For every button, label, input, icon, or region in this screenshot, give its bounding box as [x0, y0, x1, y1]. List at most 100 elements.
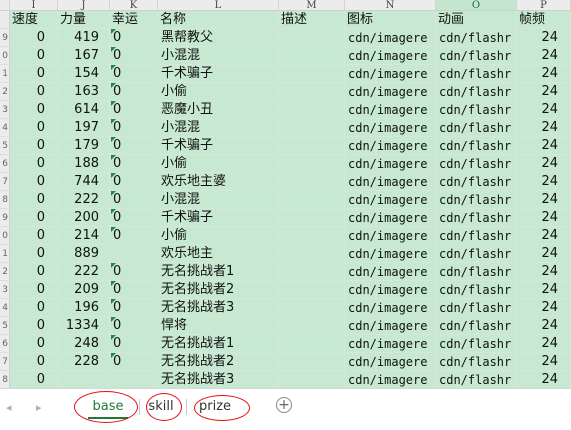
cell-power[interactable]: 419	[58, 29, 110, 47]
column-title[interactable]: 幸运	[110, 11, 158, 29]
cell-power[interactable]: 197	[58, 119, 110, 137]
cell-power[interactable]: 228	[58, 353, 110, 371]
cell-power[interactable]: 209	[58, 281, 110, 299]
cell-icon[interactable]: cdn/imagere	[345, 119, 436, 137]
cell-icon[interactable]: cdn/imagere	[345, 353, 436, 371]
cell-desc[interactable]	[279, 227, 345, 245]
cell-speed[interactable]: 0	[10, 137, 58, 155]
cell-fps[interactable]: 24	[517, 317, 571, 335]
sheet-tab-prize[interactable]: prize	[196, 397, 234, 417]
spreadsheet-grid[interactable]: I J K L M N O P 速度 力量 幸运 名称 描述 图标 动画 帧频 9 0 419 0 黑帮…	[0, 0, 571, 388]
cell-fps[interactable]: 24	[517, 47, 571, 65]
column-title[interactable]: 力量	[58, 11, 110, 29]
cell-icon[interactable]: cdn/imagere	[345, 83, 436, 101]
cell-name[interactable]: 千术骗子	[158, 137, 279, 155]
cell-name[interactable]: 无名挑战者1	[158, 263, 279, 281]
cell-icon[interactable]: cdn/imagere	[345, 335, 436, 353]
cell-desc[interactable]	[279, 101, 345, 119]
cell-desc[interactable]	[279, 155, 345, 173]
cell-power[interactable]: 744	[58, 173, 110, 191]
cell-fps[interactable]: 24	[517, 335, 571, 353]
cell-desc[interactable]	[279, 317, 345, 335]
cell-name[interactable]: 小偷	[158, 83, 279, 101]
row-number[interactable]: 7	[0, 353, 10, 371]
column-title[interactable]: 描述	[279, 11, 345, 29]
cell-speed[interactable]: 0	[10, 101, 58, 119]
cell-anim[interactable]: cdn/flashr	[436, 83, 517, 101]
cell-luck[interactable]: 0	[110, 227, 158, 245]
cell-luck[interactable]: 0	[110, 263, 158, 281]
cell-anim[interactable]: cdn/flashr	[436, 65, 517, 83]
cell-fps[interactable]: 24	[517, 245, 571, 263]
cell-power[interactable]: 222	[58, 191, 110, 209]
cell-luck[interactable]: 0	[110, 155, 158, 173]
cell-power[interactable]: 196	[58, 299, 110, 317]
select-all-corner[interactable]	[0, 0, 10, 10]
cell-speed[interactable]: 0	[10, 299, 58, 317]
cell-desc[interactable]	[279, 119, 345, 137]
row-number[interactable]: 8	[0, 191, 10, 209]
cell-fps[interactable]: 24	[517, 299, 571, 317]
col-letter-I[interactable]: I	[10, 0, 58, 11]
cell-anim[interactable]: cdn/flashr	[436, 371, 517, 388]
cell-name[interactable]: 小偷	[158, 155, 279, 173]
cell-speed[interactable]: 0	[10, 65, 58, 83]
cell-anim[interactable]: cdn/flashr	[436, 317, 517, 335]
cell-luck[interactable]: 0	[110, 353, 158, 371]
cell-desc[interactable]	[279, 371, 345, 388]
cell-luck[interactable]: 0	[110, 29, 158, 47]
cell-icon[interactable]: cdn/imagere	[345, 137, 436, 155]
cell-icon[interactable]: cdn/imagere	[345, 263, 436, 281]
cell-name[interactable]: 小混混	[158, 47, 279, 65]
cell-name[interactable]: 小混混	[158, 119, 279, 137]
row-number[interactable]: 5	[0, 317, 10, 335]
cell-luck[interactable]: 0	[110, 335, 158, 353]
cell-speed[interactable]: 0	[10, 29, 58, 47]
cell-desc[interactable]	[279, 245, 345, 263]
cell-luck[interactable]: 0	[110, 317, 158, 335]
cell-fps[interactable]: 24	[517, 353, 571, 371]
cell-desc[interactable]	[279, 335, 345, 353]
cell-power[interactable]: 1334	[58, 317, 110, 335]
cell-speed[interactable]: 0	[10, 281, 58, 299]
cell-name[interactable]: 黑帮教父	[158, 29, 279, 47]
cell-desc[interactable]	[279, 191, 345, 209]
row-number[interactable]: 7	[0, 173, 10, 191]
cell-name[interactable]: 无名挑战者1	[158, 335, 279, 353]
cell-luck[interactable]: 0	[110, 83, 158, 101]
cell-icon[interactable]: cdn/imagere	[345, 47, 436, 65]
cell-speed[interactable]: 0	[10, 119, 58, 137]
cell-anim[interactable]: cdn/flashr	[436, 119, 517, 137]
row-number[interactable]: 9	[0, 29, 10, 47]
row-number[interactable]: 6	[0, 155, 10, 173]
row-number[interactable]: 1	[0, 65, 10, 83]
cell-desc[interactable]	[279, 209, 345, 227]
column-title[interactable]: 动画	[436, 11, 517, 29]
cell-fps[interactable]: 24	[517, 281, 571, 299]
cell-name[interactable]: 恶魔小丑	[158, 101, 279, 119]
cell-icon[interactable]: cdn/imagere	[345, 65, 436, 83]
cell-desc[interactable]	[279, 299, 345, 317]
row-number[interactable]: 9	[0, 209, 10, 227]
cell-anim[interactable]: cdn/flashr	[436, 101, 517, 119]
cell-speed[interactable]: 0	[10, 227, 58, 245]
cell-name[interactable]: 无名挑战者3	[158, 299, 279, 317]
row-number[interactable]: 0	[0, 227, 10, 245]
cell-name[interactable]: 欢乐地主	[158, 245, 279, 263]
cell-fps[interactable]: 24	[517, 371, 571, 388]
row-number[interactable]: 8	[0, 371, 10, 388]
column-title[interactable]: 速度	[10, 11, 58, 29]
cell-anim[interactable]: cdn/flashr	[436, 209, 517, 227]
cell-fps[interactable]: 24	[517, 191, 571, 209]
cell-power[interactable]: 222	[58, 263, 110, 281]
cell-name[interactable]: 小混混	[158, 191, 279, 209]
cell-luck[interactable]: 0	[110, 119, 158, 137]
cell-anim[interactable]: cdn/flashr	[436, 29, 517, 47]
cell-fps[interactable]: 24	[517, 29, 571, 47]
add-sheet-button[interactable]: +	[276, 397, 292, 413]
cell-luck[interactable]	[110, 371, 158, 388]
cell-name[interactable]: 无名挑战者3	[158, 371, 279, 388]
col-letter-K[interactable]: K	[110, 0, 158, 11]
cell-power[interactable]: 154	[58, 65, 110, 83]
cell-desc[interactable]	[279, 137, 345, 155]
